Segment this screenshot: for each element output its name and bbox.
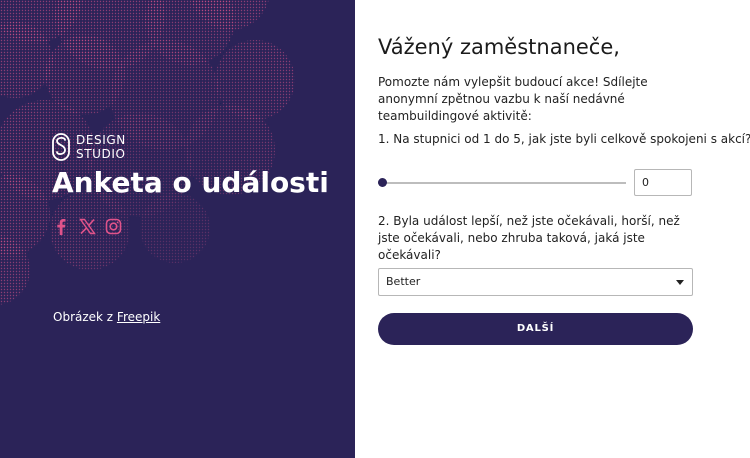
credit-prefix: Obrázek z (53, 310, 117, 324)
rating-slider-track[interactable] (378, 182, 626, 184)
expectation-select[interactable]: Better (378, 268, 693, 296)
hero-panel: DESIGN STUDIO Anketa o události Obrázek … (0, 0, 355, 458)
social-links (53, 218, 122, 235)
form-greeting: Vážený zaměstnaneče, (378, 35, 620, 59)
freepik-link[interactable]: Freepik (117, 310, 160, 324)
facebook-icon[interactable] (53, 218, 70, 235)
select-value: Better (386, 275, 421, 288)
rating-number-input[interactable]: 0 (634, 169, 692, 196)
logo-line-1: DESIGN (76, 133, 126, 147)
instagram-icon[interactable] (105, 218, 122, 235)
brand-logo[interactable]: DESIGN STUDIO (52, 133, 126, 161)
next-button[interactable]: DALŠÍ (378, 313, 693, 345)
rating-slider-thumb[interactable] (378, 178, 387, 187)
logo-line-2: STUDIO (76, 147, 126, 161)
logo-wordmark: DESIGN STUDIO (76, 133, 126, 161)
chevron-down-icon (676, 280, 684, 285)
image-credit: Obrázek z Freepik (53, 310, 160, 324)
logo-s-icon (52, 133, 70, 161)
page-title: Anketa o události (52, 166, 329, 199)
x-twitter-icon[interactable] (79, 218, 96, 235)
question-2-label: 2. Byla událost lepší, než jste očekával… (378, 214, 680, 262)
form-intro: Pomozte nám vylepšit budoucí akce! Sdíle… (378, 75, 648, 123)
question-1-label: 1. Na stupnici od 1 do 5, jak jste byli … (378, 132, 750, 146)
